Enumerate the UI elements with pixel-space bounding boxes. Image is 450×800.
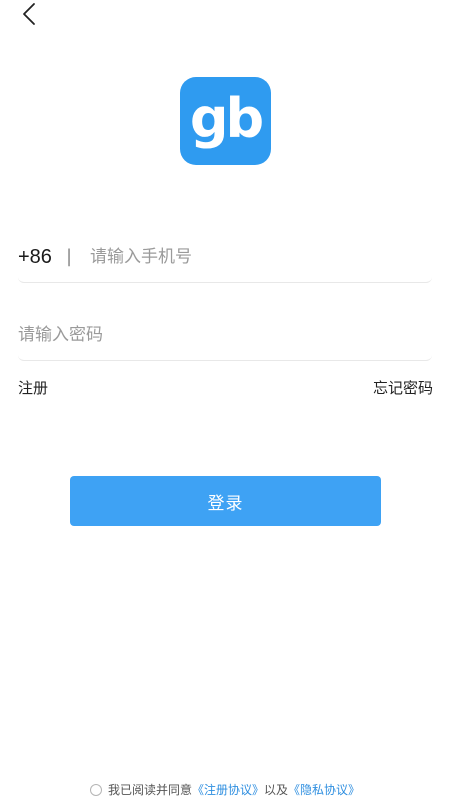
agreement-row: 我已阅读并同意 《注册协议》 以及 《隐私协议》 xyxy=(0,781,450,798)
phone-field: +86 | xyxy=(18,232,432,283)
password-input[interactable] xyxy=(18,320,432,350)
back-button[interactable] xyxy=(14,0,44,28)
country-code-selector[interactable]: +86 xyxy=(18,246,52,269)
phone-input[interactable] xyxy=(90,242,432,272)
password-field xyxy=(18,310,432,361)
logo-text: gb xyxy=(189,87,264,150)
agreement-conjunction: 以及 xyxy=(264,783,289,797)
agreement-checkbox[interactable] xyxy=(89,783,102,796)
chevron-left-icon xyxy=(23,3,35,25)
register-link[interactable]: 注册 xyxy=(18,377,48,398)
register-agreement-link[interactable]: 《注册协议》 xyxy=(192,781,264,798)
agreement-prefix: 我已阅读并同意 xyxy=(107,783,192,797)
field-separator: | xyxy=(65,245,73,267)
auth-links: 注册 忘记密码 xyxy=(18,377,433,398)
forgot-password-link[interactable]: 忘记密码 xyxy=(373,377,433,398)
login-button[interactable]: 登录 xyxy=(70,476,381,526)
privacy-agreement-link[interactable]: 《隐私协议》 xyxy=(288,781,360,798)
app-logo: gb xyxy=(180,77,271,165)
